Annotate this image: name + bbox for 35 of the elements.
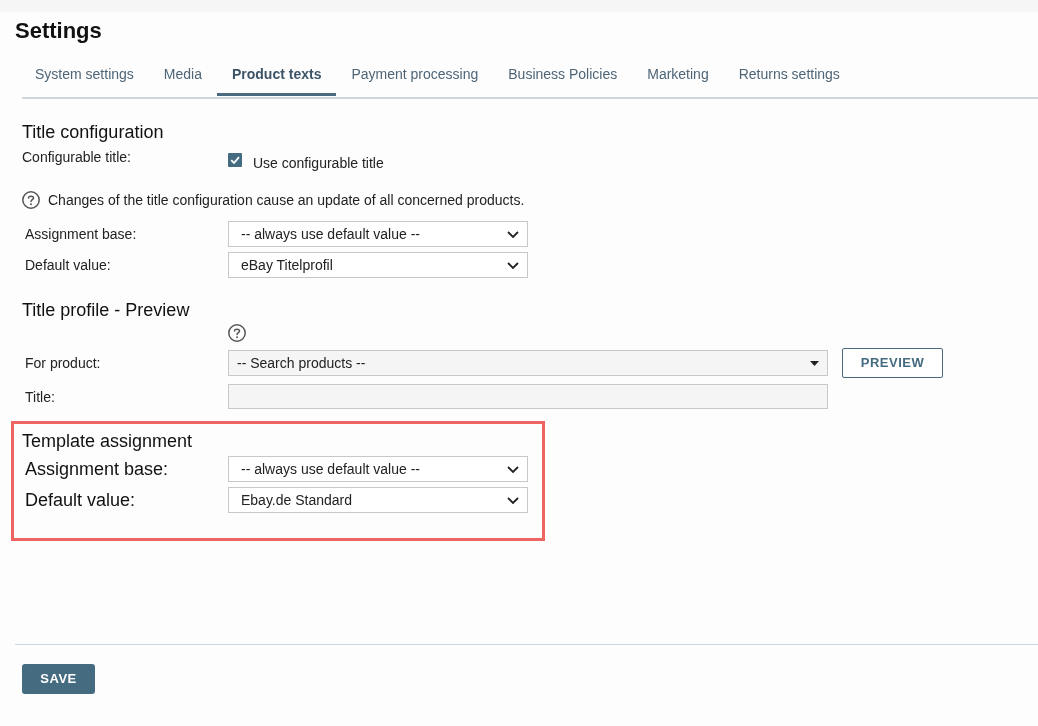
tab[interactable]: Returns settings [723, 56, 855, 96]
chevron-down-icon [507, 496, 519, 504]
title-input[interactable] [228, 384, 828, 409]
dropdown[interactable]: Ebay.de Standard [228, 487, 528, 513]
checkbox[interactable] [228, 153, 242, 167]
field-label: Configurable title: [22, 148, 132, 167]
tab[interactable]: Business Policies [493, 56, 633, 96]
help-text: Changes of the title configuration cause an update of all concerned products. [48, 191, 525, 210]
field-label: Assignment base: [24, 458, 170, 481]
chevron-down-icon [507, 261, 519, 269]
dropdown[interactable]: eBay Titelprofil [228, 252, 528, 278]
dropdown[interactable]: -- always use default value -- [228, 221, 528, 247]
field-label: Default value: [24, 256, 112, 275]
tab[interactable]: Marketing [632, 56, 724, 96]
section-heading: Title profile - Preview [22, 299, 191, 322]
field-label: Title: [24, 387, 56, 407]
page-title: Settings [15, 17, 103, 45]
chevron-down-icon [507, 465, 519, 473]
help-icon[interactable] [22, 191, 40, 209]
section-heading: Template assignment [22, 430, 194, 453]
tab[interactable]: Media [148, 56, 217, 96]
help-icon[interactable] [228, 324, 246, 342]
save-button[interactable]: SAVE [22, 664, 95, 694]
section-heading: Title configuration [22, 121, 165, 144]
chevron-down-icon [507, 230, 519, 238]
product-search-field[interactable]: -- Search products -- [228, 350, 828, 376]
tab[interactable]: System settings [20, 56, 149, 96]
field-label: Assignment base: [24, 225, 138, 244]
dropdown[interactable]: -- always use default value -- [228, 456, 528, 482]
preview-button[interactable]: PREVIEW [842, 348, 943, 378]
field-label: Default value: [24, 489, 137, 512]
checkbox-label[interactable]: Use configurable title [253, 153, 384, 173]
caret-down-icon [810, 361, 819, 366]
field-label: For product: [24, 354, 102, 373]
tab[interactable]: Payment processing [336, 56, 494, 96]
